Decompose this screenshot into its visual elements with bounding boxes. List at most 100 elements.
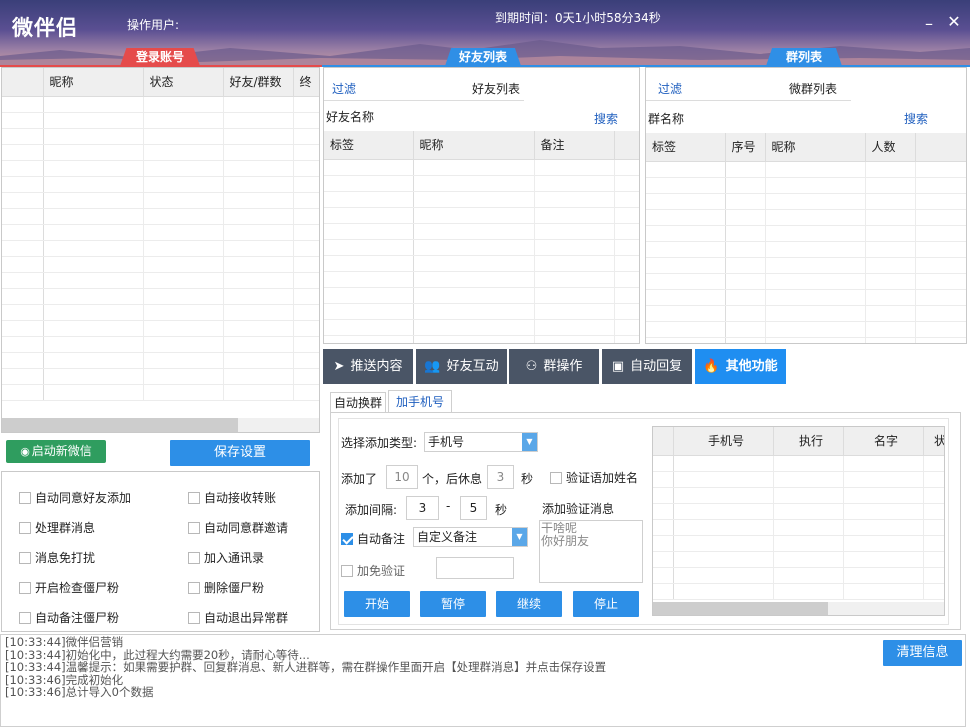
auto-remark-checkbox[interactable]: 自动备注 (341, 530, 405, 547)
subtab-auto-switch-group[interactable]: 自动换群 (330, 392, 386, 412)
column-header[interactable] (915, 133, 966, 162)
table-row[interactable] (324, 255, 639, 272)
table-row[interactable] (653, 551, 944, 568)
column-header-tag[interactable]: 标签 (324, 131, 414, 160)
verify-add-name-checkbox[interactable]: 验证语加姓名 (550, 469, 638, 486)
table-row[interactable] (653, 583, 944, 600)
friends-table[interactable]: 标签 昵称 备注 (324, 131, 639, 343)
tab-friend-list[interactable]: 好友列表 (445, 48, 521, 66)
interval-from-input[interactable]: 3 (406, 496, 439, 520)
table-row[interactable] (2, 160, 319, 177)
column-header-nickname[interactable]: 昵称 (413, 131, 535, 160)
table-row[interactable] (653, 535, 944, 552)
table-row[interactable] (324, 175, 639, 192)
table-row[interactable] (2, 208, 319, 225)
interval-to-input[interactable]: 5 (460, 496, 487, 520)
table-row[interactable] (653, 567, 944, 584)
column-header-terminal[interactable]: 终 (293, 68, 319, 97)
column-header[interactable] (653, 427, 674, 456)
column-header-status[interactable]: 状态 (143, 68, 224, 97)
add-type-select[interactable]: 手机号 ▼ (424, 432, 538, 452)
free-verify-checkbox[interactable]: 加免验证 (341, 562, 405, 579)
tab-push-content[interactable]: ➤ 推送内容 (323, 349, 413, 384)
column-header-status[interactable]: 状态 (923, 427, 944, 456)
free-verify-input[interactable] (436, 557, 514, 579)
table-row[interactable] (2, 368, 319, 385)
tab-login-accounts[interactable]: 登录账号 (120, 48, 200, 66)
table-row[interactable] (646, 257, 966, 274)
column-header[interactable] (614, 131, 639, 160)
table-row[interactable] (2, 384, 319, 401)
column-header-nickname[interactable]: 昵称 (765, 133, 866, 162)
table-row[interactable] (2, 272, 319, 289)
table-row[interactable] (646, 225, 966, 242)
table-row[interactable] (2, 144, 319, 161)
option-checkbox[interactable]: 自动退出异常群 (188, 609, 288, 626)
tab-group-list[interactable]: 群列表 (766, 48, 842, 66)
start-button[interactable]: 开始 (344, 591, 410, 617)
table-row[interactable] (646, 273, 966, 290)
table-row[interactable] (2, 304, 319, 321)
table-row[interactable] (646, 209, 966, 226)
table-row[interactable] (324, 271, 639, 288)
table-row[interactable] (324, 319, 639, 336)
table-row[interactable] (2, 320, 319, 337)
table-row[interactable] (646, 161, 966, 178)
option-checkbox[interactable]: 处理群消息 (19, 519, 95, 536)
option-checkbox[interactable]: 消息免打扰 (19, 549, 95, 566)
table-row[interactable] (324, 287, 639, 304)
groups-search-link[interactable]: 搜索 (904, 110, 928, 127)
groups-filter-link[interactable]: 过滤 (658, 80, 682, 97)
verify-message-textarea[interactable]: 干啥呢 你好朋友 (539, 520, 643, 583)
table-row[interactable] (324, 191, 639, 208)
table-row[interactable] (2, 352, 319, 369)
groups-table[interactable]: 标签 序号 昵称 人数 (646, 133, 966, 343)
table-row[interactable] (653, 503, 944, 520)
friends-filter-link[interactable]: 过滤 (332, 80, 356, 97)
phone-table[interactable]: 手机号 执行 名字 状态 (653, 427, 944, 600)
horizontal-scrollbar[interactable] (2, 418, 319, 432)
table-row[interactable] (646, 321, 966, 338)
option-checkbox[interactable]: 加入通讯录 (188, 549, 264, 566)
rest-count-input[interactable]: 3 (487, 465, 514, 489)
option-checkbox[interactable]: 自动同意好友添加 (19, 489, 131, 506)
table-row[interactable] (2, 240, 319, 257)
tab-other-functions[interactable]: 🔥 其他功能 (695, 349, 786, 384)
table-row[interactable] (653, 471, 944, 488)
tab-auto-reply[interactable]: ▣ 自动回复 (602, 349, 692, 384)
start-new-wechat-button[interactable]: ◉ 启动新微信 (6, 440, 106, 463)
table-row[interactable] (646, 193, 966, 210)
column-header-name[interactable]: 名字 (843, 427, 924, 456)
table-row[interactable] (646, 241, 966, 258)
table-row[interactable] (2, 112, 319, 129)
table-row[interactable] (2, 192, 319, 209)
table-row[interactable] (2, 288, 319, 305)
table-row[interactable] (646, 337, 966, 343)
column-header-execute[interactable]: 执行 (773, 427, 844, 456)
horizontal-scrollbar[interactable] (653, 602, 944, 615)
table-row[interactable] (2, 224, 319, 241)
table-row[interactable] (653, 455, 944, 472)
column-header-friend-group-count[interactable]: 好友/群数 (223, 68, 294, 97)
table-row[interactable] (646, 305, 966, 322)
close-button[interactable]: ✕ (945, 12, 963, 31)
remark-select[interactable]: 自定义备注 ▼ (413, 527, 528, 547)
table-row[interactable] (2, 336, 319, 353)
table-row[interactable] (324, 239, 639, 256)
column-header-tag[interactable]: 标签 (646, 133, 726, 162)
column-header-phone[interactable]: 手机号 (673, 427, 774, 456)
save-settings-button[interactable]: 保存设置 (170, 440, 310, 466)
added-count-input[interactable]: 10 (386, 465, 418, 489)
subtab-add-phone[interactable]: 加手机号 (388, 390, 452, 413)
friends-search-link[interactable]: 搜索 (594, 110, 618, 127)
column-header-nickname[interactable]: 昵称 (43, 68, 144, 97)
table-row[interactable] (324, 207, 639, 224)
column-header-index[interactable]: 序号 (725, 133, 766, 162)
accounts-table[interactable]: 昵称 状态 好友/群数 终 (2, 68, 319, 401)
table-row[interactable] (2, 96, 319, 113)
table-row[interactable] (324, 223, 639, 240)
table-row[interactable] (646, 289, 966, 306)
scrollbar-thumb[interactable] (653, 602, 828, 615)
pause-button[interactable]: 暂停 (420, 591, 486, 617)
column-header-remark[interactable]: 备注 (534, 131, 615, 160)
